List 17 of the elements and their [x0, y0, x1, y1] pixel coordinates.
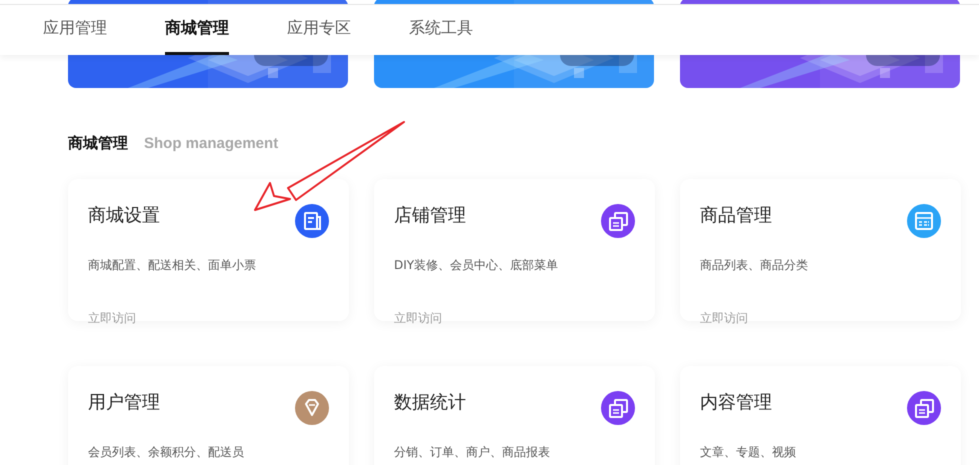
card-title: 商品管理 [700, 204, 772, 227]
card-description: 文章、专题、视频 [700, 444, 797, 461]
nav-tab[interactable]: 应用专区 [287, 5, 351, 55]
card-title: 商城设置 [88, 204, 160, 227]
nav-tab[interactable]: 系统工具 [409, 5, 473, 55]
card-title: 数据统计 [394, 391, 466, 414]
section-title: 商城管理 [68, 134, 128, 153]
card-description: 会员列表、余额积分、配送员 [88, 444, 245, 461]
card-description: DIY装修、会员中心、底部菜单 [394, 257, 560, 274]
card-title: 用户管理 [88, 391, 160, 414]
card-title: 内容管理 [700, 391, 772, 414]
section-subtitle: Shop management [144, 135, 278, 152]
card-title: 店铺管理 [394, 204, 466, 227]
card-description: 商品列表、商品分类 [700, 257, 809, 274]
card-description: 商城配置、配送相关、面单小票 [88, 257, 257, 274]
card-description: 分销、订单、商户、商品报表 [394, 444, 551, 461]
nav-tab[interactable]: 应用管理 [43, 5, 107, 55]
